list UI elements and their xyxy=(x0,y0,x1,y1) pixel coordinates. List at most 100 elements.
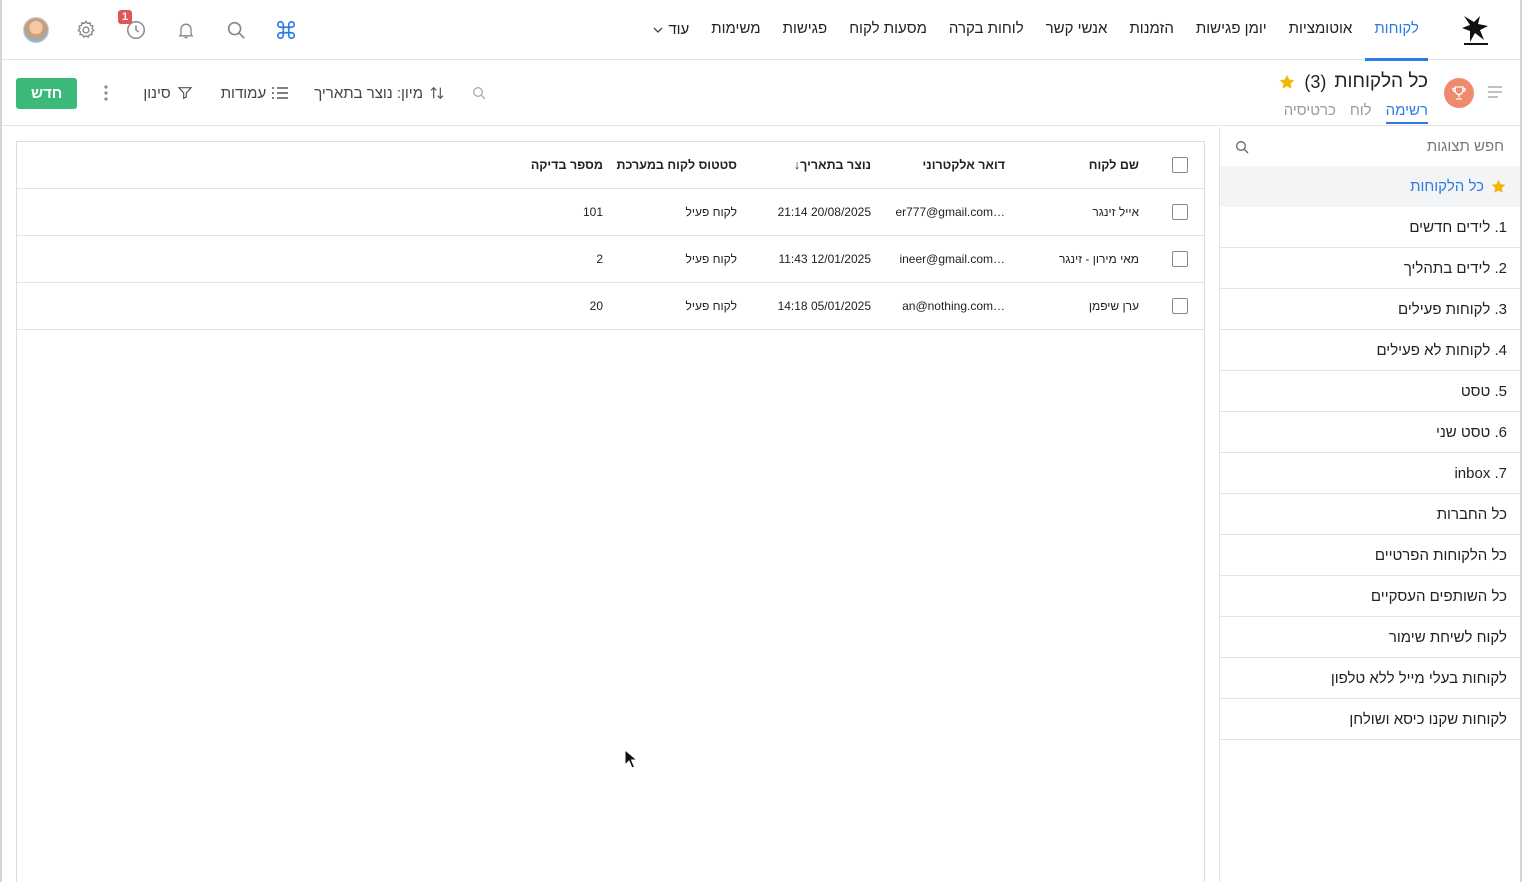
sidebar-item-test[interactable]: 5. טסט xyxy=(1220,371,1520,412)
sidebar-item-label: 4. לקוחות לא פעילים xyxy=(1376,341,1507,359)
columns-label: עמודות xyxy=(220,84,267,102)
cell-customer-name[interactable]: אייל זינגר xyxy=(1019,189,1139,236)
cell-email[interactable]: …er777@gmail.com xyxy=(875,189,1005,236)
tab-board[interactable]: לוח xyxy=(1350,102,1372,124)
list-toolbar: חדש סינון עמודות מיון: נוצר בתאריך xyxy=(16,77,487,109)
table-row[interactable]: ערן שיפמן …an@nothing.com 05/01/2025 14:… xyxy=(17,283,1204,330)
cell-email[interactable]: …ineer@gmail.com xyxy=(875,236,1005,283)
company-logo[interactable] xyxy=(1458,12,1494,48)
cell-created-date: 20/08/2025 21:14 xyxy=(777,205,871,219)
column-header-status[interactable]: סטטוס לקוח במערכת xyxy=(607,142,738,189)
nav-more-label: עוד xyxy=(668,21,690,38)
sidebar-item-leads-in-progress[interactable]: 2. לידים בתהליך xyxy=(1220,248,1520,289)
top-navigation-bar: לקוחות אוטומציות יומן פגישות הזמנות אנשי… xyxy=(2,0,1520,61)
window-border-left xyxy=(0,0,2,882)
nav-more-dropdown[interactable]: עוד xyxy=(641,0,700,60)
main-nav-list: לקוחות אוטומציות יומן פגישות הזמנות אנשי… xyxy=(641,0,1430,61)
more-options-icon[interactable] xyxy=(99,83,113,103)
sidebar-item-label: 5. טסט xyxy=(1460,382,1507,400)
history-clock-icon[interactable]: 1 xyxy=(118,10,150,44)
customers-table: שם לקוח דואר אלקטרוני נוצר בתאריך↓ סטטוס… xyxy=(16,141,1205,882)
nav-customer-journeys[interactable]: מסעות לקוח xyxy=(838,0,938,60)
sidebar-item-all-business-partners[interactable]: כל השותפים העסקיים xyxy=(1220,576,1520,617)
sidebar-item-inbox[interactable]: 7. inbox xyxy=(1220,453,1520,494)
select-all-checkbox[interactable] xyxy=(1172,157,1188,173)
sidebar-item-label: לקוחות שקנו כיסא ושולחן xyxy=(1349,710,1507,728)
sidebar-item-email-no-phone[interactable]: לקוחות בעלי מייל ללא טלפון xyxy=(1220,658,1520,699)
nav-contacts[interactable]: אנשי קשר xyxy=(1035,0,1119,60)
sidebar-item-label: 6. טסט שני xyxy=(1436,423,1507,441)
sidebar-item-label: כל החברות xyxy=(1436,505,1507,523)
column-header-test-number[interactable]: מספר בדיקה xyxy=(503,142,603,189)
columns-button[interactable]: עמודות xyxy=(221,85,289,102)
sidebar-item-all-customers[interactable]: כל הלקוחות xyxy=(1220,166,1520,207)
global-search-icon[interactable] xyxy=(222,16,250,44)
cell-test-number: 2 xyxy=(596,252,603,266)
table-header-row: שם לקוח דואר אלקטרוני נוצר בתאריך↓ סטטוס… xyxy=(17,142,1204,189)
tab-list[interactable]: רשימה xyxy=(1385,102,1428,124)
nav-meetings-calendar[interactable]: יומן פגישות xyxy=(1185,0,1278,60)
column-header-email[interactable]: דואר אלקטרוני xyxy=(875,142,1005,189)
sidebar-item-label: כל השותפים העסקיים xyxy=(1370,587,1507,605)
notifications-bell-icon[interactable] xyxy=(172,16,200,44)
sidebar-item-new-leads[interactable]: 1. לידים חדשים xyxy=(1220,207,1520,248)
filter-label: סינון xyxy=(143,84,171,102)
sort-label: מיון: נוצר בתאריך xyxy=(314,84,423,102)
sidebar-item-all-companies[interactable]: כל החברות xyxy=(1220,494,1520,535)
nav-automations[interactable]: אוטומציות xyxy=(1278,0,1364,60)
row-checkbox[interactable] xyxy=(1172,251,1188,267)
nav-customers[interactable]: לקוחות xyxy=(1363,0,1430,61)
views-search-placeholder: חפש תצוגות xyxy=(1426,138,1504,155)
sidebar-item-chair-and-table-buyers[interactable]: לקוחות שקנו כיסא ושולחן xyxy=(1220,699,1520,740)
settings-gear-icon[interactable] xyxy=(72,16,100,44)
new-record-button[interactable]: חדש xyxy=(16,77,78,109)
chevron-down-icon xyxy=(653,27,663,33)
filter-funnel-icon xyxy=(177,87,193,100)
sidebar-item-second-test[interactable]: 6. טסט שני xyxy=(1220,412,1520,453)
cell-customer-name[interactable]: מאי מירון - זינגר xyxy=(1019,236,1139,283)
sidebar-item-active-customers[interactable]: 3. לקוחות פעילים xyxy=(1220,289,1520,330)
cell-created-date: 12/01/2025 11:43 xyxy=(778,252,871,266)
sort-arrows-icon xyxy=(430,86,444,100)
created-date-header-label: נוצר בתאריך xyxy=(800,158,871,172)
top-icons-group: 1 xyxy=(22,10,300,48)
row-checkbox[interactable] xyxy=(1172,298,1188,314)
row-checkbox[interactable] xyxy=(1172,204,1188,220)
sidebar-item-inactive-customers[interactable]: 4. לקוחות לא פעילים xyxy=(1220,330,1520,371)
apps-command-icon[interactable] xyxy=(272,16,300,44)
table-row[interactable]: מאי מירון - זינגר …ineer@gmail.com 12/01… xyxy=(17,236,1204,283)
cell-test-number: 20 xyxy=(589,299,603,313)
filter-button[interactable]: סינון xyxy=(143,84,193,102)
cell-status: לקוח פעיל xyxy=(685,299,737,313)
column-header-customer-name[interactable]: שם לקוח xyxy=(1019,142,1139,189)
sort-button[interactable]: מיון: נוצר בתאריך xyxy=(314,85,445,102)
sidebar-item-label: כל הלקוחות xyxy=(1410,177,1484,195)
table-search-icon[interactable] xyxy=(471,85,487,101)
table-row[interactable]: אייל זינגר …er777@gmail.com 20/08/2025 2… xyxy=(17,189,1204,236)
tab-cards[interactable]: כרטיסיה xyxy=(1284,102,1336,124)
sidebar-item-label: כל הלקוחות הפרטיים xyxy=(1374,546,1507,564)
hamburger-menu-icon[interactable] xyxy=(1488,85,1502,98)
nav-dashboards[interactable]: לוחות בקרה xyxy=(938,0,1035,60)
cell-created-date: 05/01/2025 14:18 xyxy=(777,299,871,313)
view-header: כל הלקוחות (3) רשימה לוח כרטיסיה חדש סינ… xyxy=(2,61,1520,126)
nav-meetings[interactable]: פגישות xyxy=(772,0,839,60)
column-header-created-date[interactable]: נוצר בתאריך↓ xyxy=(741,142,871,189)
sidebar-item-label: 3. לקוחות פעילים xyxy=(1397,300,1507,318)
user-avatar[interactable] xyxy=(22,16,50,44)
views-sidebar: חפש תצוגות כל הלקוחות 1. לידים חדשים 2. … xyxy=(1219,127,1520,882)
favorite-star-icon[interactable] xyxy=(1278,73,1296,91)
nav-tasks[interactable]: משימות xyxy=(700,0,771,60)
sidebar-item-all-private-customers[interactable]: כל הלקוחות הפרטיים xyxy=(1220,535,1520,576)
trophy-icon[interactable] xyxy=(1444,78,1474,108)
cell-customer-name[interactable]: ערן שיפמן xyxy=(1019,283,1139,330)
search-icon xyxy=(1236,140,1249,153)
view-tabs: רשימה לוח כרטיסיה xyxy=(1284,102,1428,124)
favorite-star-icon xyxy=(1491,179,1506,193)
views-search-field[interactable]: חפש תצוגות xyxy=(1220,127,1520,166)
nav-orders[interactable]: הזמנות xyxy=(1118,0,1184,60)
cell-test-number: 101 xyxy=(582,205,603,219)
sidebar-item-label: לקוח לשיחת שימור xyxy=(1388,628,1507,646)
sidebar-item-retention-call[interactable]: לקוח לשיחת שימור xyxy=(1220,617,1520,658)
cell-email[interactable]: …an@nothing.com xyxy=(875,283,1005,330)
